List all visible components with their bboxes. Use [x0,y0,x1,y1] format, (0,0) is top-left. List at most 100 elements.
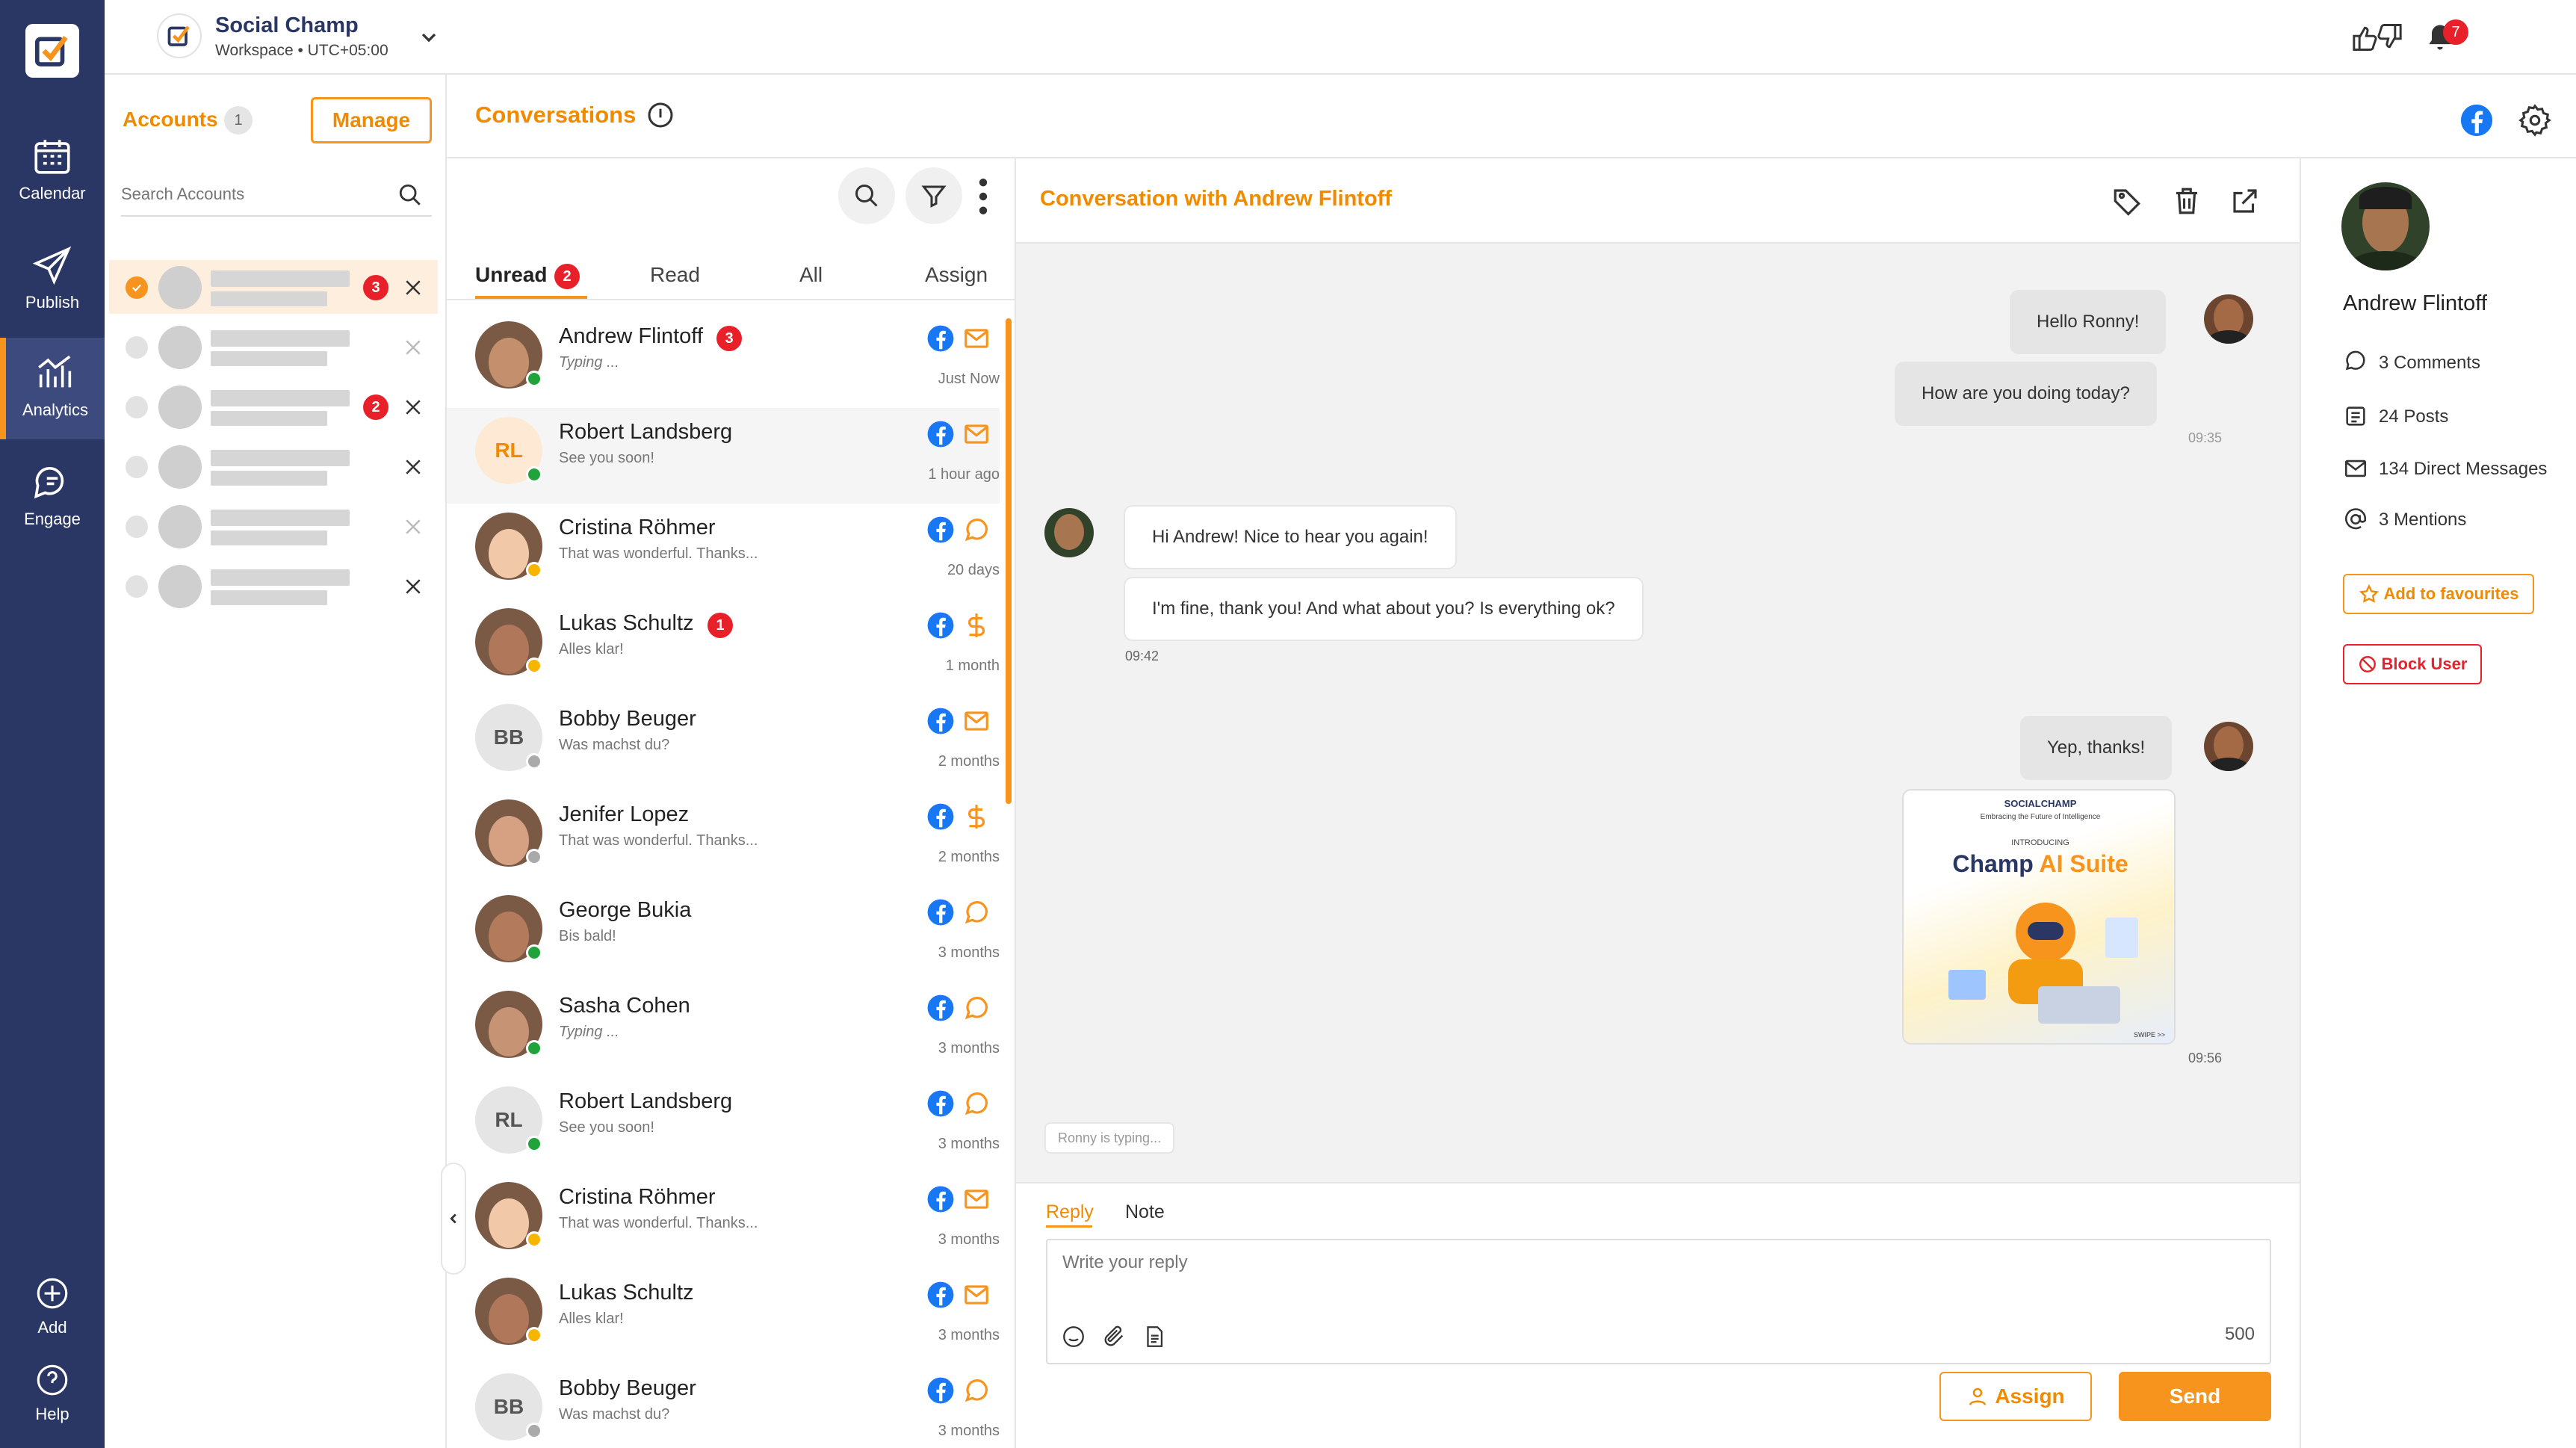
conversation-item[interactable]: Cristina Röhmer That was wonderful. Thank… [447,499,1000,595]
more-vertical-icon[interactable] [976,178,991,215]
conversation-item[interactable]: George Bukia Bis bald! 3 months [447,882,1000,977]
workspace-logo [157,13,202,58]
conversation-item[interactable]: Jenifer Lopez That was wonderful. Thanks.… [447,786,1000,882]
conversation-item[interactable]: Lukas Schultz Alles klar! 1 month 1 [447,595,1000,690]
nav-calendar[interactable]: Calendar [0,134,105,203]
status-dot [526,753,542,770]
reply-input[interactable] [1062,1252,2228,1305]
tab-note[interactable]: Note [1125,1201,1165,1223]
message-time: 09:56 [2188,1051,2222,1065]
conversation-item[interactable]: BB Bobby Beuger Was machst du? 3 months [447,1360,1000,1448]
tab-unread[interactable]: Unread [475,263,547,287]
message-outgoing: Yep, thanks! [2020,716,2173,780]
feedback-thumbs-icon[interactable] [2349,21,2406,54]
account-checkbox[interactable] [126,336,148,359]
account-checkbox[interactable] [126,516,148,538]
tag-icon[interactable] [2111,185,2143,217]
close-icon[interactable] [402,276,424,299]
collapse-panel-handle[interactable] [441,1163,466,1275]
account-row[interactable]: 3 [109,260,438,314]
account-name-placeholder [211,390,350,406]
nav-analytics-label: Analytics [22,400,89,419]
nav-publish[interactable]: Publish [0,244,105,312]
account-checkbox[interactable] [126,575,148,598]
search-icon[interactable] [397,182,423,208]
workspace-name[interactable]: Social Champ [215,13,359,38]
manage-button[interactable]: Manage [311,97,432,143]
close-icon[interactable] [402,575,424,598]
check-icon[interactable] [126,276,148,299]
info-icon[interactable] [645,100,675,130]
profile-comments: 3 Comments [2379,353,2481,373]
assign-button[interactable]: Assign [1939,1372,2092,1421]
account-row[interactable]: 2 [109,380,438,433]
search-accounts-input[interactable] [121,173,432,217]
conversation-item[interactable]: Andrew Flintoff Typing ... Just Now 3 [447,308,1000,403]
account-row[interactable] [109,499,438,553]
contact-name: Robert Landsberg [559,1089,733,1113]
profile-name: Andrew Flintoff [2343,291,2487,315]
settings-gear-icon[interactable] [2518,103,2552,137]
message-preview: That was wonderful. Thanks... [559,832,758,849]
message-preview: Alles klar! [559,641,624,658]
external-link-icon[interactable] [2229,185,2261,217]
nav-engage[interactable]: Engage [0,460,105,529]
tab-read[interactable]: Read [650,263,700,287]
conversation-item[interactable]: Sasha Cohen Typing ... 3 months [447,977,1000,1073]
conversation-item[interactable]: RL Robert Landsberg See you soon! 1 hour ag… [447,403,1000,499]
block-user-button[interactable]: Block User [2343,644,2482,684]
tabs-divider [447,299,1015,300]
account-row[interactable] [109,320,438,374]
image-swipe: SWIPE >> [2133,1031,2165,1039]
assign-button-label: Assign [1995,1384,2065,1408]
attachment-icon[interactable] [1101,1324,1127,1349]
robot-laptop [2038,986,2120,1024]
close-icon[interactable] [402,336,424,359]
conversation-item[interactable]: Lukas Schultz Alles klar! 3 months [447,1264,1000,1360]
tab-all[interactable]: All [799,263,823,287]
account-row[interactable] [109,559,438,613]
dollar-icon [968,805,985,829]
chevron-down-icon[interactable] [417,25,441,49]
account-checkbox[interactable] [126,396,148,418]
message-incoming: I'm fine, thank you! And what about you?… [1124,577,1644,641]
conversation-item[interactable]: RL Robert Landsberg See you soon! 3 months [447,1073,1000,1169]
filter-button[interactable] [905,167,962,224]
app-logo[interactable] [25,24,79,78]
scrollbar-thumb[interactable] [1006,318,1012,804]
andrew-avatar [1044,508,1094,557]
mail-icon [2344,460,2367,477]
search-button[interactable] [838,167,895,224]
message-time: 2 months [938,753,1000,770]
message-preview: See you soon! [559,450,654,466]
contact-name: George Bukia [559,898,692,922]
tab-assign[interactable]: Assign [925,263,988,287]
account-checkbox[interactable] [126,456,148,478]
facebook-icon[interactable] [2459,103,2494,137]
image-tagline: Embracing the Future of Intelligence [1980,813,2101,821]
conversation-item[interactable]: Cristina Röhmer That was wonderful. Thank… [447,1169,1000,1264]
mail-icon [965,711,988,731]
send-button[interactable]: Send [2119,1372,2271,1421]
unread-count-badge: 2 [554,264,580,289]
close-icon[interactable] [402,456,424,478]
nav-add[interactable]: Add [0,1275,105,1337]
conversation-item[interactable]: BB Bobby Beuger Was machst du? 2 months [447,690,1000,786]
add-to-favourites-button[interactable]: Add to favourites [2343,574,2534,614]
emoji-icon[interactable] [1061,1324,1086,1349]
profile-panel: Andrew Flintoff 3 Comments 24 Posts 134 … [2300,158,2576,1448]
account-row[interactable] [109,439,438,493]
message-time: 09:42 [1125,649,1159,663]
account-avatar [158,386,202,429]
nav-analytics[interactable]: Analytics [0,338,105,439]
message-image-attachment[interactable]: SOCIALCHAMP Embracing the Future of Inte… [1902,789,2176,1045]
close-icon[interactable] [402,516,424,538]
tab-reply[interactable]: Reply [1046,1201,1094,1223]
posts-icon [2346,406,2365,426]
star-icon [2359,584,2379,603]
profile-mentions: 3 Mentions [2379,510,2467,530]
template-icon[interactable] [1142,1324,1167,1349]
close-icon[interactable] [402,396,424,418]
trash-icon[interactable] [2171,185,2202,217]
nav-help[interactable]: Help [0,1361,105,1424]
